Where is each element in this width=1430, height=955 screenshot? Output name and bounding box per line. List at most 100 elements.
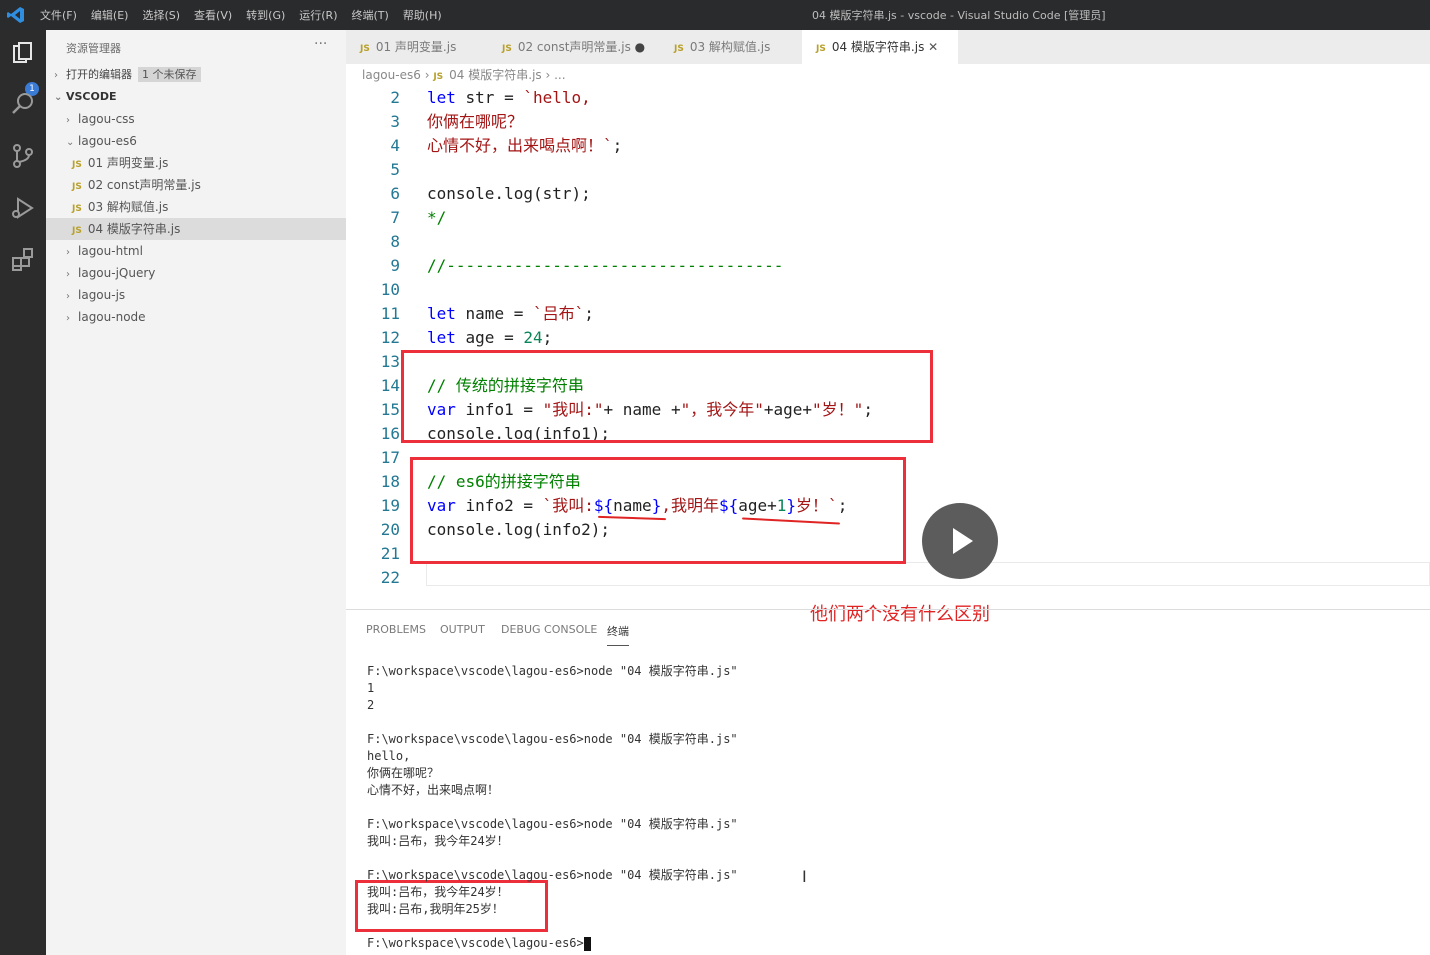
close-icon[interactable]: ✕	[928, 40, 938, 54]
code-text: let name = `吕布`;	[427, 302, 594, 326]
tab-03[interactable]: JS 03 解构赋值.js	[660, 30, 802, 64]
code-token: str =	[455, 88, 524, 107]
code-token: 24	[523, 328, 543, 347]
terminal-line: 我叫:吕布，我今年24岁！	[367, 885, 509, 899]
code-text: */	[427, 206, 446, 230]
line-number: 7	[390, 208, 400, 227]
line-number: 10	[380, 280, 400, 299]
tree-item-lagou-es6[interactable]: ⌄ lagou-es6	[46, 130, 366, 152]
code-token: 心情不好，出来喝点啊！`	[427, 136, 613, 155]
tree-item-lagou-jquery[interactable]: › lagou-jQuery	[46, 262, 366, 284]
open-editors-label: 打开的编辑器	[66, 68, 132, 81]
tab-output[interactable]: OUTPUT	[440, 623, 485, 636]
more-actions-icon[interactable]: ···	[314, 36, 327, 52]
line-number: 8	[390, 232, 400, 251]
tree-item-label: 03 解构赋值.js	[87, 200, 169, 214]
line-number: 4	[390, 136, 400, 155]
menu-terminal[interactable]: 终端(T)	[352, 7, 389, 23]
breadcrumb-file[interactable]: 04 模版字符串.js	[449, 68, 542, 82]
tree-item-file-01[interactable]: JS 01 声明变量.js	[46, 152, 372, 174]
current-line-highlight	[426, 562, 1430, 586]
breadcrumb-folder[interactable]: lagou-es6	[362, 68, 421, 82]
tab-01[interactable]: JS 01 声明变量.js	[346, 30, 488, 64]
code-text: 你俩在哪呢？	[427, 110, 523, 134]
tree-item-label: lagou-css	[78, 112, 135, 126]
js-file-icon: JS	[72, 204, 82, 214]
terminal-line: F:\workspace\vscode\lagou-es6>node "04 模…	[367, 732, 738, 746]
code-token: age =	[455, 328, 524, 347]
tab-debug-console[interactable]: DEBUG CONSOLE	[501, 623, 597, 636]
line-number: 20	[380, 520, 400, 539]
terminal-line: 我叫:吕布，我今年24岁！	[367, 834, 509, 848]
vscode-root-folder[interactable]: ⌄ VSCODE	[46, 86, 354, 108]
line-number: 12	[380, 328, 400, 347]
terminal-line: 2	[367, 698, 375, 712]
line-number: 3	[390, 112, 400, 131]
menu-selection[interactable]: 选择(S)	[142, 7, 180, 23]
title-bar: 文件(F) 编辑(E) 选择(S) 查看(V) 转到(G) 运行(R) 终端(T…	[0, 0, 1430, 30]
code-line: 3 你俩在哪呢？	[346, 110, 1430, 134]
terminal-line: F:\workspace\vscode\lagou-es6>node "04 模…	[367, 664, 738, 678]
menu-go[interactable]: 转到(G)	[246, 7, 285, 23]
run-debug-icon[interactable]	[9, 194, 37, 222]
menu-file[interactable]: 文件(F)	[40, 7, 77, 23]
line-number: 16	[380, 424, 400, 443]
explorer-icon[interactable]	[9, 40, 37, 68]
source-control-icon[interactable]	[9, 142, 37, 170]
tab-terminal[interactable]: 终端	[607, 623, 629, 646]
code-token: */	[427, 208, 447, 227]
chevron-down-icon: ⌄	[54, 92, 63, 103]
line-number: 15	[380, 400, 400, 419]
tree-item-file-02[interactable]: JS 02 const声明常量.js	[46, 174, 372, 196]
tab-problems[interactable]: PROBLEMS	[366, 623, 426, 636]
code-line: 6 console.log(str);	[346, 182, 1430, 206]
tree-item-lagou-node[interactable]: › lagou-node	[46, 306, 366, 328]
menu-bar: 文件(F) 编辑(E) 选择(S) 查看(V) 转到(G) 运行(R) 终端(T…	[40, 7, 442, 23]
js-file-icon: JS	[72, 160, 82, 170]
tab-04[interactable]: JS 04 模版字符串.js ✕	[802, 30, 958, 64]
terminal-line: F:\workspace\vscode\lagou-es6>node "04 模…	[367, 817, 738, 831]
highlight-box-traditional	[401, 350, 933, 443]
tree-item-lagou-html[interactable]: › lagou-html	[46, 240, 366, 262]
tab-label: 02 const声明常量.js	[517, 40, 631, 54]
tree-item-label: 01 声明变量.js	[87, 156, 169, 170]
line-number: 6	[390, 184, 400, 203]
js-file-icon: JS	[502, 44, 512, 54]
menu-edit[interactable]: 编辑(E)	[91, 7, 129, 23]
tree-item-file-03[interactable]: JS 03 解构赋值.js	[46, 196, 372, 218]
tab-02[interactable]: JS 02 const声明常量.js ●	[488, 30, 660, 64]
play-button[interactable]	[922, 503, 998, 579]
chevron-right-icon: ›	[66, 115, 70, 126]
code-token: name =	[455, 304, 533, 323]
code-line: 10	[346, 278, 1430, 302]
menu-help[interactable]: 帮助(H)	[403, 7, 442, 23]
code-line: 4 心情不好，出来喝点啊！`;	[346, 134, 1430, 158]
extensions-icon[interactable]	[9, 246, 37, 274]
code-token: `hello,	[523, 88, 591, 107]
window-title: 04 模版字符串.js - vscode - Visual Studio Cod…	[812, 9, 1106, 22]
open-editors-section[interactable]: › 打开的编辑器 1 个未保存	[46, 64, 354, 86]
menu-view[interactable]: 查看(V)	[194, 7, 232, 23]
code-token: ;	[542, 328, 553, 347]
chevron-right-icon: ›	[66, 313, 70, 324]
unsaved-dot-icon[interactable]: ●	[635, 40, 645, 54]
line-number: 11	[380, 304, 400, 323]
tab-label: 01 声明变量.js	[375, 40, 457, 54]
editor-tabs: JS 01 声明变量.js JS 02 const声明常量.js ● JS 03 解构…	[346, 30, 1430, 64]
js-file-icon: JS	[816, 44, 826, 54]
tree-item-file-04[interactable]: JS 04 模版字符串.js	[46, 218, 372, 240]
tree-item-label: 04 模版字符串.js	[87, 222, 181, 236]
chevron-right-icon: ›	[66, 247, 70, 258]
tree-item-lagou-css[interactable]: › lagou-css	[46, 108, 366, 130]
chevron-right-icon: ›	[66, 269, 70, 280]
terminal-line: hello,	[367, 749, 411, 763]
tree-item-lagou-js[interactable]: › lagou-js	[46, 284, 366, 306]
menu-run[interactable]: 运行(R)	[299, 7, 337, 23]
line-number: 14	[380, 376, 400, 395]
line-number: 13	[380, 352, 400, 371]
line-number: 17	[380, 448, 400, 467]
search-icon[interactable]	[9, 90, 37, 118]
js-file-icon: JS	[674, 44, 684, 54]
code-token: //-----------------------------------	[427, 256, 784, 275]
line-number: 18	[380, 472, 400, 491]
